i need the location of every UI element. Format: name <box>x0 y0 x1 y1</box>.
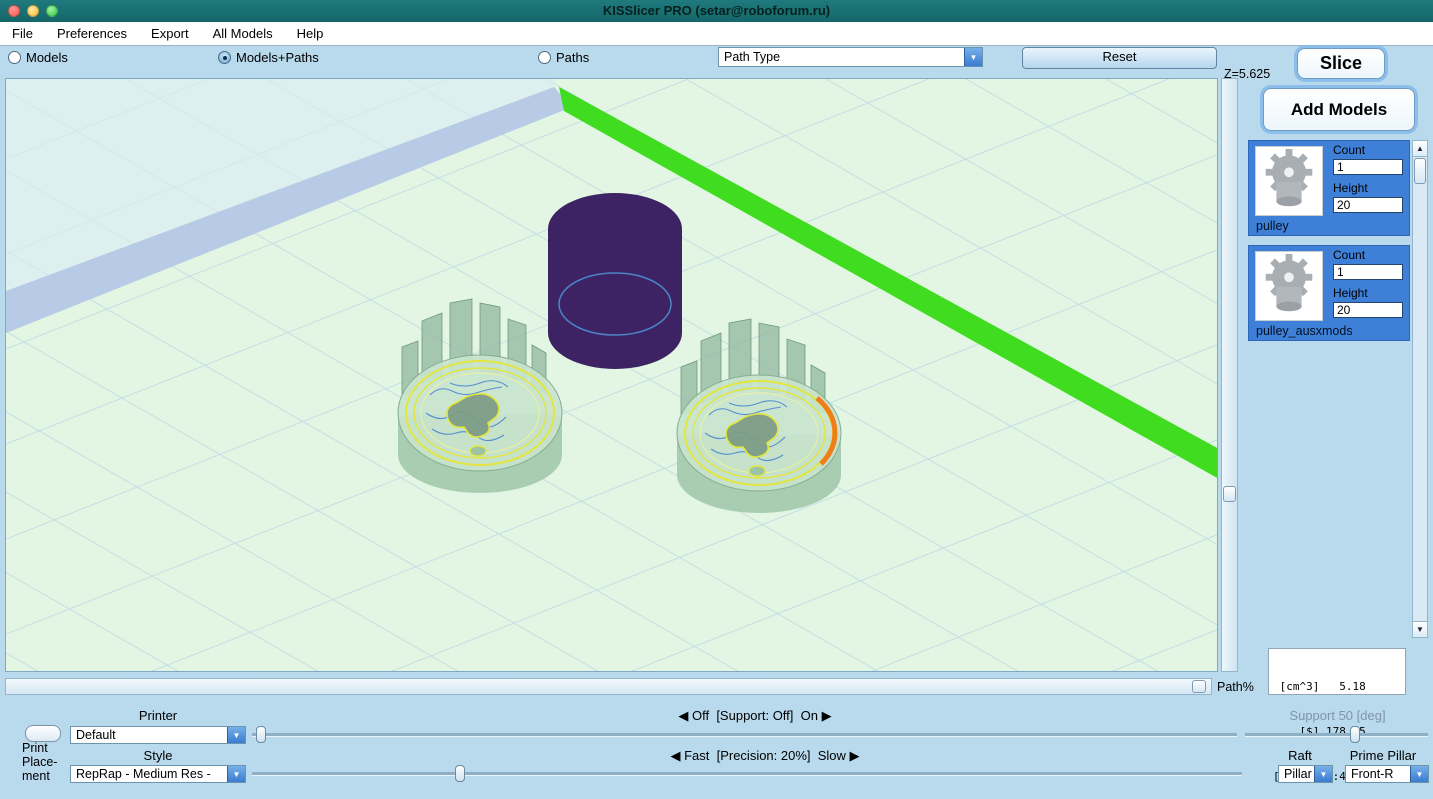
menu-file[interactable]: File <box>0 26 45 41</box>
vertical-scrollbar-handle[interactable] <box>1223 486 1236 502</box>
viewport-vertical-scrollbar[interactable] <box>1221 78 1238 672</box>
support-angle-knob[interactable] <box>1350 726 1360 743</box>
radio-models[interactable]: Models <box>8 50 68 65</box>
dropdown-arrow-icon: ▼ <box>964 48 982 66</box>
radio-indicator-selected <box>218 51 231 64</box>
path-type-dropdown[interactable]: Path Type ▼ <box>718 47 983 67</box>
precision-slider-caption: ◀ Fast [Precision: 20%] Slow ▶ <box>460 748 1070 764</box>
window-title: KISSlicer PRO (setar@roboforum.ru) <box>0 3 1433 18</box>
support-slider-caption: ◀ Off [Support: Off] On ▶ <box>455 708 1055 724</box>
prime-pillar-object <box>548 193 682 369</box>
radio-indicator <box>8 51 21 64</box>
model-thumbnail <box>1255 146 1323 216</box>
prime-pillar-value: Front-R <box>1346 767 1410 781</box>
height-label: Height <box>1333 181 1368 195</box>
model-name: pulley <box>1256 219 1289 233</box>
count-field[interactable]: 1 <box>1333 264 1403 280</box>
path-percent-handle[interactable] <box>1192 680 1206 693</box>
raft-value: Pillar <box>1279 767 1314 781</box>
height-field[interactable]: 20 <box>1333 302 1403 318</box>
height-field[interactable]: 20 <box>1333 197 1403 213</box>
printer-dropdown[interactable]: Default ▼ <box>70 726 246 744</box>
model-list-scroll-handle[interactable] <box>1414 158 1426 184</box>
placement-line-1: Print <box>22 741 48 755</box>
radio-models-paths[interactable]: Models+Paths <box>218 50 319 65</box>
slider-groove <box>252 733 1237 737</box>
dropdown-arrow-icon: ▼ <box>1410 766 1428 782</box>
height-label: Height <box>1333 286 1368 300</box>
prime-pillar-label: Prime Pillar <box>1337 748 1429 763</box>
model-entry-pulley[interactable]: Count 1 Height 20 pulley <box>1248 140 1410 236</box>
path-percent-label: Path% <box>1217 680 1254 694</box>
placement-line-3: ment <box>22 769 50 783</box>
print-bed-scene <box>6 79 1217 671</box>
pulley-gear-icon <box>1256 252 1322 320</box>
raft-label: Raft <box>1270 748 1330 763</box>
style-label: Style <box>70 748 246 763</box>
window-titlebar: KISSlicer PRO (setar@roboforum.ru) <box>0 0 1433 23</box>
path-percent-slider[interactable] <box>5 678 1212 695</box>
radio-paths[interactable]: Paths <box>538 50 589 65</box>
printer-label: Printer <box>70 708 246 723</box>
viewport-3d[interactable] <box>5 78 1218 672</box>
slider-groove <box>1245 733 1428 737</box>
pulley-model-2 <box>677 319 841 513</box>
radio-indicator <box>538 51 551 64</box>
dropdown-arrow-icon: ▼ <box>1314 766 1332 782</box>
printer-value: Default <box>71 728 227 742</box>
scroll-down-icon[interactable]: ▼ <box>1413 621 1427 637</box>
menu-preferences[interactable]: Preferences <box>45 26 139 41</box>
dropdown-arrow-icon: ▼ <box>227 766 245 782</box>
model-list-scrollbar[interactable]: ▲ ▼ <box>1412 140 1428 638</box>
path-type-value: Path Type <box>719 50 964 64</box>
radio-models-paths-label: Models+Paths <box>236 50 319 65</box>
scroll-up-icon[interactable]: ▲ <box>1413 141 1427 157</box>
support-angle-label: Support 50 [deg] <box>1245 708 1430 723</box>
model-thumbnail <box>1255 251 1323 321</box>
print-placement-button[interactable] <box>25 725 61 742</box>
pulley-gear-icon <box>1256 147 1322 215</box>
dropdown-arrow-icon: ▼ <box>227 727 245 743</box>
placement-line-2: Place- <box>22 755 57 769</box>
print-stats: [cm^3] 5.18 [$] 178.35 [HH:MM] 1:42.8 <box>1268 648 1406 695</box>
menu-all-models[interactable]: All Models <box>201 26 285 41</box>
slice-button[interactable]: Slice <box>1297 48 1385 79</box>
radio-paths-label: Paths <box>556 50 589 65</box>
count-field[interactable]: 1 <box>1333 159 1403 175</box>
slider-groove <box>252 772 1242 776</box>
precision-slider-knob[interactable] <box>455 765 465 782</box>
raft-dropdown[interactable]: Pillar ▼ <box>1278 765 1333 783</box>
add-models-button[interactable]: Add Models <box>1263 88 1415 131</box>
count-label: Count <box>1333 248 1365 262</box>
pulley-model-1 <box>398 299 562 493</box>
menu-bar: File Preferences Export All Models Help <box>0 22 1433 46</box>
count-label: Count <box>1333 143 1365 157</box>
stat-volume: [cm^3] 5.18 <box>1273 679 1405 694</box>
support-angle-slider[interactable] <box>1245 726 1428 744</box>
menu-help[interactable]: Help <box>285 26 336 41</box>
style-value: RepRap - Medium Res - <box>71 767 227 781</box>
model-name: pulley_ausxmods <box>1256 324 1353 338</box>
bottom-panel: Printer ◀ Off [Support: Off] On ▶ Suppor… <box>0 700 1433 790</box>
precision-slider[interactable] <box>252 765 1242 783</box>
prime-pillar-dropdown[interactable]: Front-R ▼ <box>1345 765 1429 783</box>
support-slider-knob[interactable] <box>256 726 266 743</box>
model-entry-pulley-ausxmods[interactable]: Count 1 Height 20 pulley_ausxmods <box>1248 245 1410 341</box>
support-slider[interactable] <box>252 726 1237 744</box>
menu-export[interactable]: Export <box>139 26 201 41</box>
reset-button[interactable]: Reset <box>1022 47 1217 69</box>
radio-models-label: Models <box>26 50 68 65</box>
style-dropdown[interactable]: RepRap - Medium Res - ▼ <box>70 765 246 783</box>
